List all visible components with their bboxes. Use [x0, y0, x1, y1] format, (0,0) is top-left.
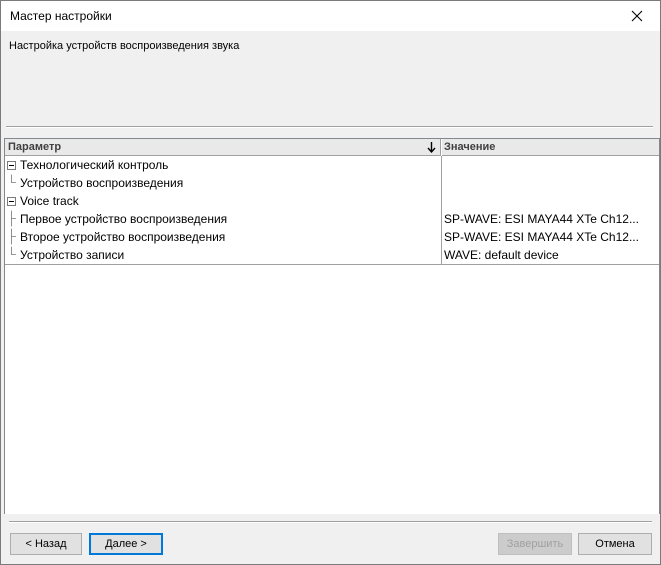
tree-node-playback-device[interactable]: Устройство воспроизведения	[5, 174, 659, 192]
row-name: Второе устройство воспроизведения	[20, 230, 226, 244]
title-bar: Мастер настройки	[1, 1, 660, 31]
row-name: Устройство записи	[20, 248, 125, 262]
header-divider	[6, 126, 653, 128]
sort-down-arrow-icon	[427, 142, 436, 153]
row-name: Технологический контроль	[20, 158, 169, 172]
wizard-header: Настройка устройств воспроизведения звук…	[1, 31, 660, 127]
row-name: Voice track	[20, 194, 79, 208]
column-header-param-label: Параметр	[8, 141, 62, 153]
row-value[interactable]: SP-WAVE: ESI MAYA44 XTe Ch12...	[444, 210, 657, 228]
tree-node-voice-track[interactable]: Voice track	[5, 192, 659, 210]
tree-line-icon	[11, 228, 16, 245]
property-grid[interactable]: Параметр Значение Технологический контро…	[4, 138, 660, 515]
close-button[interactable]	[614, 1, 660, 31]
column-header-value-label: Значение	[444, 141, 496, 153]
tree-minus-icon[interactable]	[7, 161, 16, 170]
cancel-button[interactable]: Отмена	[578, 533, 652, 555]
row-name: Устройство воспроизведения	[20, 176, 184, 190]
column-header-value[interactable]: Значение	[442, 139, 659, 156]
finish-button[interactable]: Завершить	[498, 533, 572, 555]
tree-node-recording-device[interactable]: Устройство записи WAVE: default device	[5, 246, 659, 264]
window-title: Мастер настройки	[10, 9, 112, 23]
tree-line-icon	[11, 210, 16, 227]
tree-node-first-playback-device[interactable]: Первое устройство воспроизведения SP-WAV…	[5, 210, 659, 228]
footer-divider	[9, 521, 652, 523]
next-button[interactable]: Далее >	[89, 533, 163, 555]
tree-node-tech-control[interactable]: Технологический контроль	[5, 156, 659, 174]
column-header-param[interactable]: Параметр	[5, 139, 441, 156]
row-name: Первое устройство воспроизведения	[20, 212, 228, 226]
grid-bottom-line	[441, 264, 659, 265]
back-button[interactable]: < Назад	[10, 533, 82, 555]
setup-wizard-window: Мастер настройки Настройка устройств вос…	[0, 0, 661, 565]
tree-line-icon	[11, 174, 16, 183]
grid-bottom-line	[5, 264, 441, 265]
tree-line-icon	[11, 246, 16, 255]
tree-node-second-playback-device[interactable]: Второе устройство воспроизведения SP-WAV…	[5, 228, 659, 246]
close-icon	[631, 10, 643, 22]
row-value[interactable]: SP-WAVE: ESI MAYA44 XTe Ch12...	[444, 228, 657, 246]
row-value[interactable]: WAVE: default device	[444, 246, 657, 264]
page-description: Настройка устройств воспроизведения звук…	[9, 40, 240, 52]
tree-minus-icon[interactable]	[7, 197, 16, 206]
